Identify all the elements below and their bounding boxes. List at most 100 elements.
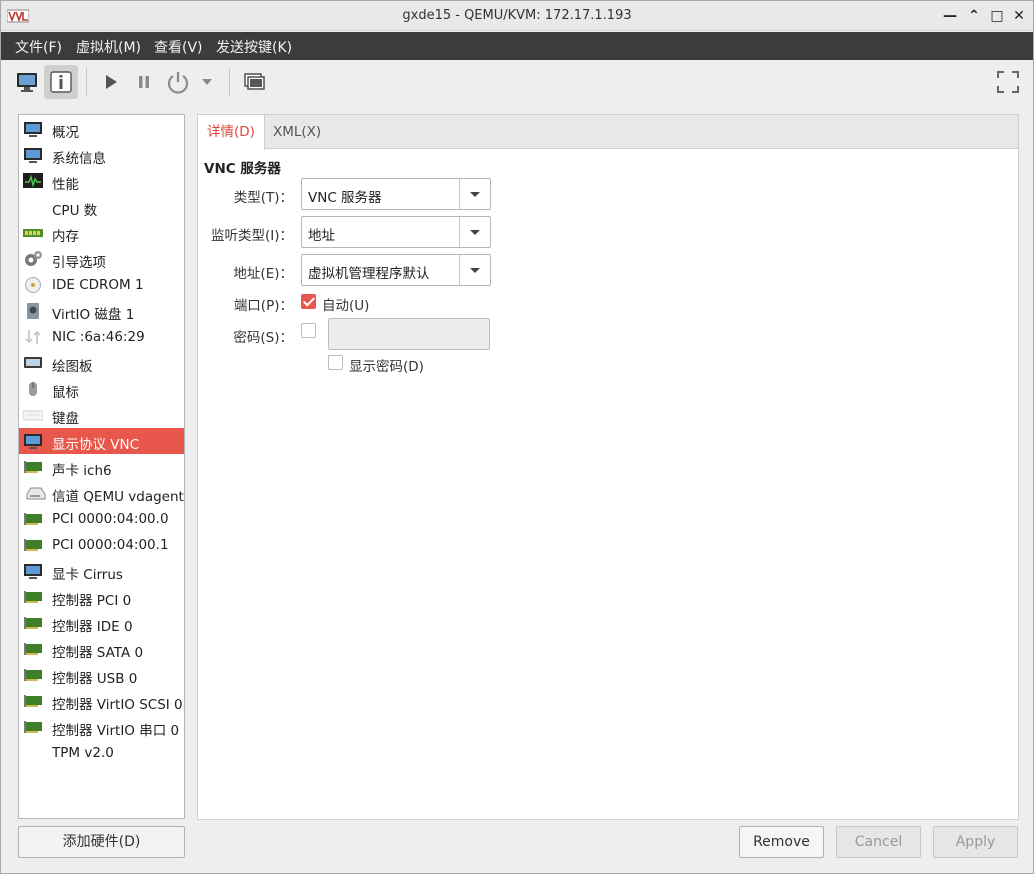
details-panel: 详情(D) XML(X) VNC 服务器 类型(T)： VNC 服务器 监听类型…: [197, 114, 1019, 820]
show-password-checkbox[interactable]: [328, 355, 343, 370]
hw-item-label: 概况: [52, 125, 79, 141]
combo-divider: [459, 179, 460, 209]
performance-icon: [23, 173, 43, 188]
hw-item-keyboard[interactable]: 键盘: [19, 402, 184, 428]
hw-item-label: 内存: [52, 229, 79, 245]
hw-item-mouse[interactable]: 鼠标: [19, 376, 184, 402]
hardware-list: 概况 系统信息 性能 CPU 数 内存 引导选项 IDE CDROM 1 Vir…: [18, 114, 185, 819]
card-icon: [24, 721, 42, 733]
menu-bar: 文件(F) 虚拟机(M) 查看(V) 发送按键(K): [1, 32, 1033, 60]
hw-item-label: 控制器 VirtIO 串口 0: [52, 723, 180, 739]
type-combo[interactable]: VNC 服务器: [301, 178, 491, 210]
hw-item-pci-04-00-0[interactable]: PCI 0000:04:00.0: [19, 506, 184, 532]
minimize-button[interactable]: —: [941, 7, 959, 25]
hw-item-cpu[interactable]: CPU 数: [19, 194, 184, 220]
type-value: VNC 服务器: [308, 190, 382, 206]
hw-item-video-cirrus[interactable]: 显卡 Cirrus: [19, 558, 184, 584]
apply-button[interactable]: Apply: [933, 826, 1018, 858]
menu-send-key[interactable]: 发送按键(K): [216, 37, 292, 57]
info-icon: [50, 71, 72, 93]
hw-item-label: VirtIO 磁盘 1: [52, 307, 135, 323]
run-button[interactable]: [94, 65, 128, 99]
monitor-icon: [24, 148, 42, 163]
card-icon: [24, 513, 42, 525]
cdrom-icon: [25, 277, 41, 293]
listen-type-label: 监听类型(I)：: [210, 228, 293, 244]
pause-button[interactable]: [127, 65, 161, 99]
hw-item-memory[interactable]: 内存: [19, 220, 184, 246]
maximize-button[interactable]: □: [988, 7, 1006, 25]
password-checkbox[interactable]: [301, 323, 316, 338]
hw-item-controller-sata[interactable]: 控制器 SATA 0: [19, 636, 184, 662]
hw-item-tpm[interactable]: TPM v2.0: [19, 740, 184, 766]
hw-item-label: 绘图板: [52, 359, 93, 375]
shutdown-menu-button[interactable]: [193, 65, 221, 99]
hw-item-ide-cdrom[interactable]: IDE CDROM 1: [19, 272, 184, 298]
network-icon: [25, 330, 41, 344]
window-title: gxde15 - QEMU/KVM: 172.17.1.193: [402, 8, 632, 23]
hw-item-controller-virtio-scsi[interactable]: 控制器 VirtIO SCSI 0: [19, 688, 184, 714]
screenshot-icon: [244, 73, 265, 90]
hw-item-system-info[interactable]: 系统信息: [19, 142, 184, 168]
memory-icon: [23, 229, 43, 237]
card-icon: [24, 695, 42, 707]
menu-file[interactable]: 文件(F): [15, 37, 62, 57]
hw-item-controller-usb[interactable]: 控制器 USB 0: [19, 662, 184, 688]
remove-button[interactable]: Remove: [739, 826, 824, 858]
hw-item-label: 控制器 USB 0: [52, 671, 138, 687]
hw-item-controller-virtio-serial[interactable]: 控制器 VirtIO 串口 0: [19, 714, 184, 740]
fullscreen-button[interactable]: [991, 65, 1025, 99]
snapshots-button[interactable]: [237, 65, 271, 99]
hw-item-tablet[interactable]: 绘图板: [19, 350, 184, 376]
tab-details[interactable]: 详情(D): [198, 115, 265, 150]
menu-view[interactable]: 查看(V): [154, 37, 203, 57]
port-auto-checkbox[interactable]: [301, 294, 316, 309]
listen-type-combo[interactable]: 地址: [301, 216, 491, 248]
shutdown-button[interactable]: [161, 65, 195, 99]
hw-item-overview[interactable]: 概况: [19, 116, 184, 142]
address-combo[interactable]: 虚拟机管理程序默认: [301, 254, 491, 286]
card-icon: [24, 617, 42, 629]
pause-icon: [139, 76, 149, 88]
hw-item-controller-ide[interactable]: 控制器 IDE 0: [19, 610, 184, 636]
hw-item-label: PCI 0000:04:00.0: [52, 511, 169, 527]
hw-item-boot-options[interactable]: 引导选项: [19, 246, 184, 272]
menu-vm[interactable]: 虚拟机(M): [76, 37, 141, 57]
virt-manager-window: gxde15 - QEMU/KVM: 172.17.1.193 — ⌃ □ ✕ …: [0, 0, 1034, 874]
restore-button[interactable]: ⌃: [965, 7, 983, 25]
hw-item-label: 控制器 SATA 0: [52, 645, 144, 661]
tab-xml[interactable]: XML(X): [264, 115, 330, 149]
play-icon: [106, 75, 117, 89]
hw-item-sound-ich6[interactable]: 声卡 ich6: [19, 454, 184, 480]
address-label: 地址(E)：: [233, 266, 293, 282]
hw-item-label: NIC :6a:46:29: [52, 329, 145, 345]
hw-item-label: 引导选项: [52, 255, 106, 271]
hw-item-label: PCI 0000:04:00.1: [52, 537, 169, 553]
console-button[interactable]: [10, 65, 44, 99]
hw-item-label: CPU 数: [52, 203, 98, 219]
close-button[interactable]: ✕: [1010, 7, 1028, 25]
hw-item-channel-vdagent[interactable]: 信道 QEMU vdagent: [19, 480, 184, 506]
hw-item-virtio-disk[interactable]: VirtIO 磁盘 1: [19, 298, 184, 324]
disk-icon: [27, 303, 39, 319]
hw-item-pci-04-00-1[interactable]: PCI 0000:04:00.1: [19, 532, 184, 558]
hw-item-label: 控制器 VirtIO SCSI 0: [52, 697, 183, 713]
password-input[interactable]: [328, 318, 490, 350]
monitor-icon: [24, 122, 42, 137]
title-bar: gxde15 - QEMU/KVM: 172.17.1.193 — ⌃ □ ✕: [1, 1, 1033, 31]
add-hardware-button[interactable]: 添加硬件(D): [18, 826, 185, 858]
hw-item-display-vnc[interactable]: 显示协议 VNC: [19, 428, 184, 454]
hw-item-label: IDE CDROM 1: [52, 277, 144, 293]
mouse-icon: [29, 382, 37, 396]
cancel-button[interactable]: Cancel: [836, 826, 921, 858]
fullscreen-icon: [997, 71, 1019, 93]
hw-item-controller-pci[interactable]: 控制器 PCI 0: [19, 584, 184, 610]
details-button[interactable]: [44, 65, 78, 99]
password-label: 密码(S)：: [233, 330, 293, 346]
hw-item-nic[interactable]: NIC :6a:46:29: [19, 324, 184, 350]
section-title: VNC 服务器: [204, 161, 281, 177]
card-icon: [24, 669, 42, 681]
port-auto-label: 自动(U): [322, 298, 370, 314]
hw-item-label: 显卡 Cirrus: [52, 567, 123, 583]
hw-item-performance[interactable]: 性能: [19, 168, 184, 194]
